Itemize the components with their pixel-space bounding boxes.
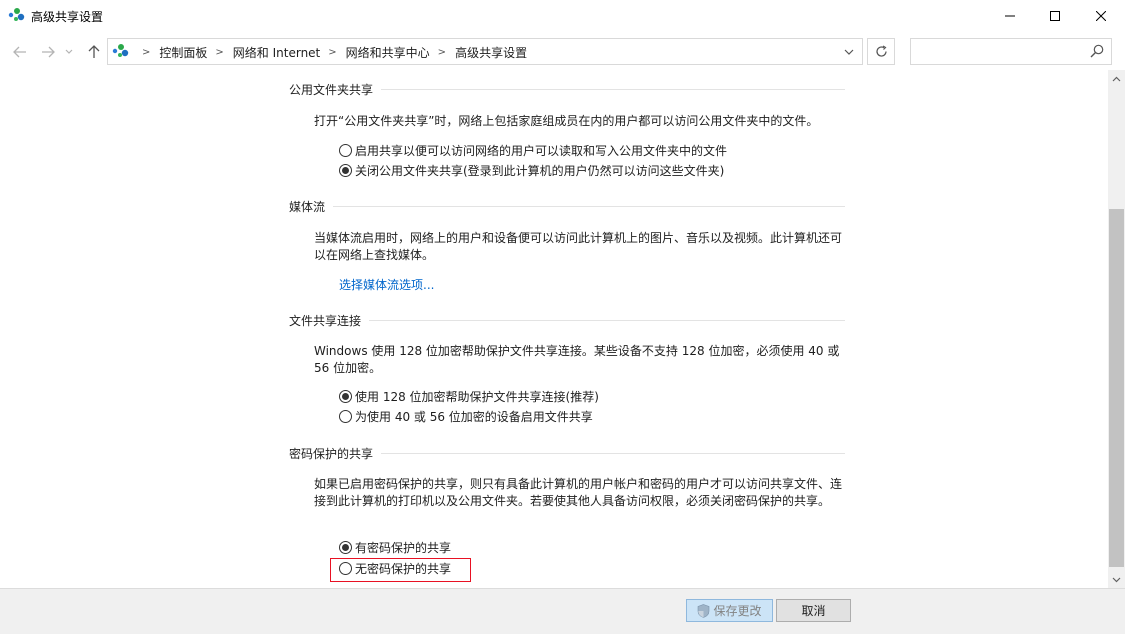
button-label: 保存更改 [713,604,762,618]
section-heading: 文件共享连接 [289,314,362,328]
search-input[interactable] [910,38,1112,65]
minimize-icon [1005,15,1015,17]
section-heading: 媒体流 [289,200,326,214]
radio-button[interactable] [339,164,352,177]
radio-button[interactable] [339,144,352,157]
highlight-box [330,558,471,582]
section-description: Windows 使用 128 位加密帮助保护文件共享连接。某些设备不支持 128… [314,344,840,375]
title-bar: 高级共享设置 [0,0,1125,32]
maximize-icon [1050,11,1060,21]
arrow-right-icon [42,46,55,58]
scroll-thumb[interactable] [1109,209,1124,567]
cancel-button[interactable]: 取消 [776,599,851,622]
search-icon [1090,44,1104,58]
divider [381,89,845,90]
close-icon [1096,11,1106,21]
section-media-streaming: 媒体流 [289,198,845,215]
minimize-button[interactable] [987,0,1033,32]
radio-button[interactable] [339,410,352,423]
radio-label[interactable]: 使用 128 位加密帮助保护文件共享连接(推荐) [355,388,599,405]
radio-password-protected-on[interactable]: 有密码保护的共享 [339,539,451,556]
vertical-scrollbar[interactable] [1108,70,1125,588]
refresh-icon [875,45,887,57]
scroll-down-button[interactable] [1108,571,1125,588]
network-icon [112,44,129,57]
breadcrumb-network-sharing-center[interactable]: 网络和共享中心 [346,44,430,61]
section-public-folder: 公用文件夹共享 [289,81,845,98]
recent-locations-button[interactable] [62,42,76,62]
breadcrumb-control-panel[interactable]: 控制面板 [159,44,207,61]
back-button[interactable] [10,42,30,62]
radio-button[interactable] [339,541,352,554]
up-button[interactable] [84,42,104,62]
scroll-up-button[interactable] [1108,70,1125,87]
chevron-right-icon[interactable]: > [215,47,223,58]
radio-label[interactable]: 启用共享以便可以访问网络的用户可以读取和写入公用文件夹中的文件 [355,142,727,159]
media-streaming-options-link[interactable]: 选择媒体流选项... [339,276,434,293]
radio-128bit-encryption[interactable]: 使用 128 位加密帮助保护文件共享连接(推荐) [339,388,599,405]
radio-label[interactable]: 有密码保护的共享 [355,539,451,556]
window-title: 高级共享设置 [31,10,104,24]
section-heading: 密码保护的共享 [289,447,374,461]
radio-enable-public-sharing[interactable]: 启用共享以便可以访问网络的用户可以读取和写入公用文件夹中的文件 [339,142,727,159]
radio-40-56bit-encryption[interactable]: 为使用 40 或 56 位加密的设备启用文件共享 [339,408,593,425]
radio-label[interactable]: 为使用 40 或 56 位加密的设备启用文件共享 [355,408,593,425]
chevron-down-icon [1112,577,1121,582]
dialog-footer: 保存更改 取消 [0,588,1125,634]
settings-panel: 公用文件夹共享 打开“公用文件夹共享”时，网络上包括家庭组成员在内的用户都可以访… [0,70,1108,588]
chevron-down-icon [65,49,73,54]
section-heading: 公用文件夹共享 [289,83,374,97]
radio-button[interactable] [339,390,352,403]
section-description: 当媒体流启用时，网络上的用户和设备便可以访问此计算机上的图片、音乐以及视频。此计… [314,231,843,262]
network-icon [8,8,25,21]
forward-button[interactable] [38,42,58,62]
chevron-right-icon[interactable]: > [328,47,336,58]
divider [369,320,845,321]
chevron-right-icon: > [142,47,151,58]
breadcrumb-advanced-sharing[interactable]: 高级共享设置 [455,44,527,61]
address-dropdown-button[interactable] [835,39,862,64]
section-description: 打开“公用文件夹共享”时，网络上包括家庭组成员在内的用户都可以访问公用文件夹中的… [314,114,819,128]
divider [333,206,845,207]
close-button[interactable] [1078,0,1124,32]
breadcrumb-network-internet[interactable]: 网络和 Internet [233,44,320,61]
refresh-button[interactable] [867,38,895,65]
section-password-protected: 密码保护的共享 [289,445,845,462]
divider [381,453,845,454]
breadcrumb: > 控制面板 > 网络和 Internet > 网络和共享中心 > 高级共享设置 [134,44,527,61]
save-changes-button[interactable]: 保存更改 [686,599,773,622]
uac-shield-icon [698,603,710,618]
section-file-sharing: 文件共享连接 [289,312,845,329]
maximize-button[interactable] [1032,0,1078,32]
chevron-up-icon [1112,76,1121,81]
radio-disable-public-sharing[interactable]: 关闭公用文件夹共享(登录到此计算机的用户仍然可以访问这些文件夹) [339,162,724,179]
navigation-bar: > 控制面板 > 网络和 Internet > 网络和共享中心 > 高级共享设置 [0,32,1125,70]
address-bar[interactable]: > 控制面板 > 网络和 Internet > 网络和共享中心 > 高级共享设置 [107,38,863,65]
section-description: 如果已启用密码保护的共享，则只有具备此计算机的用户帐户和密码的用户才可以访问共享… [314,477,843,508]
arrow-left-icon [13,46,26,58]
arrow-up-icon [88,45,100,58]
chevron-down-icon [844,49,853,55]
chevron-right-icon[interactable]: > [438,47,446,58]
button-label: 取消 [801,604,826,618]
radio-label[interactable]: 关闭公用文件夹共享(登录到此计算机的用户仍然可以访问这些文件夹) [355,162,724,179]
